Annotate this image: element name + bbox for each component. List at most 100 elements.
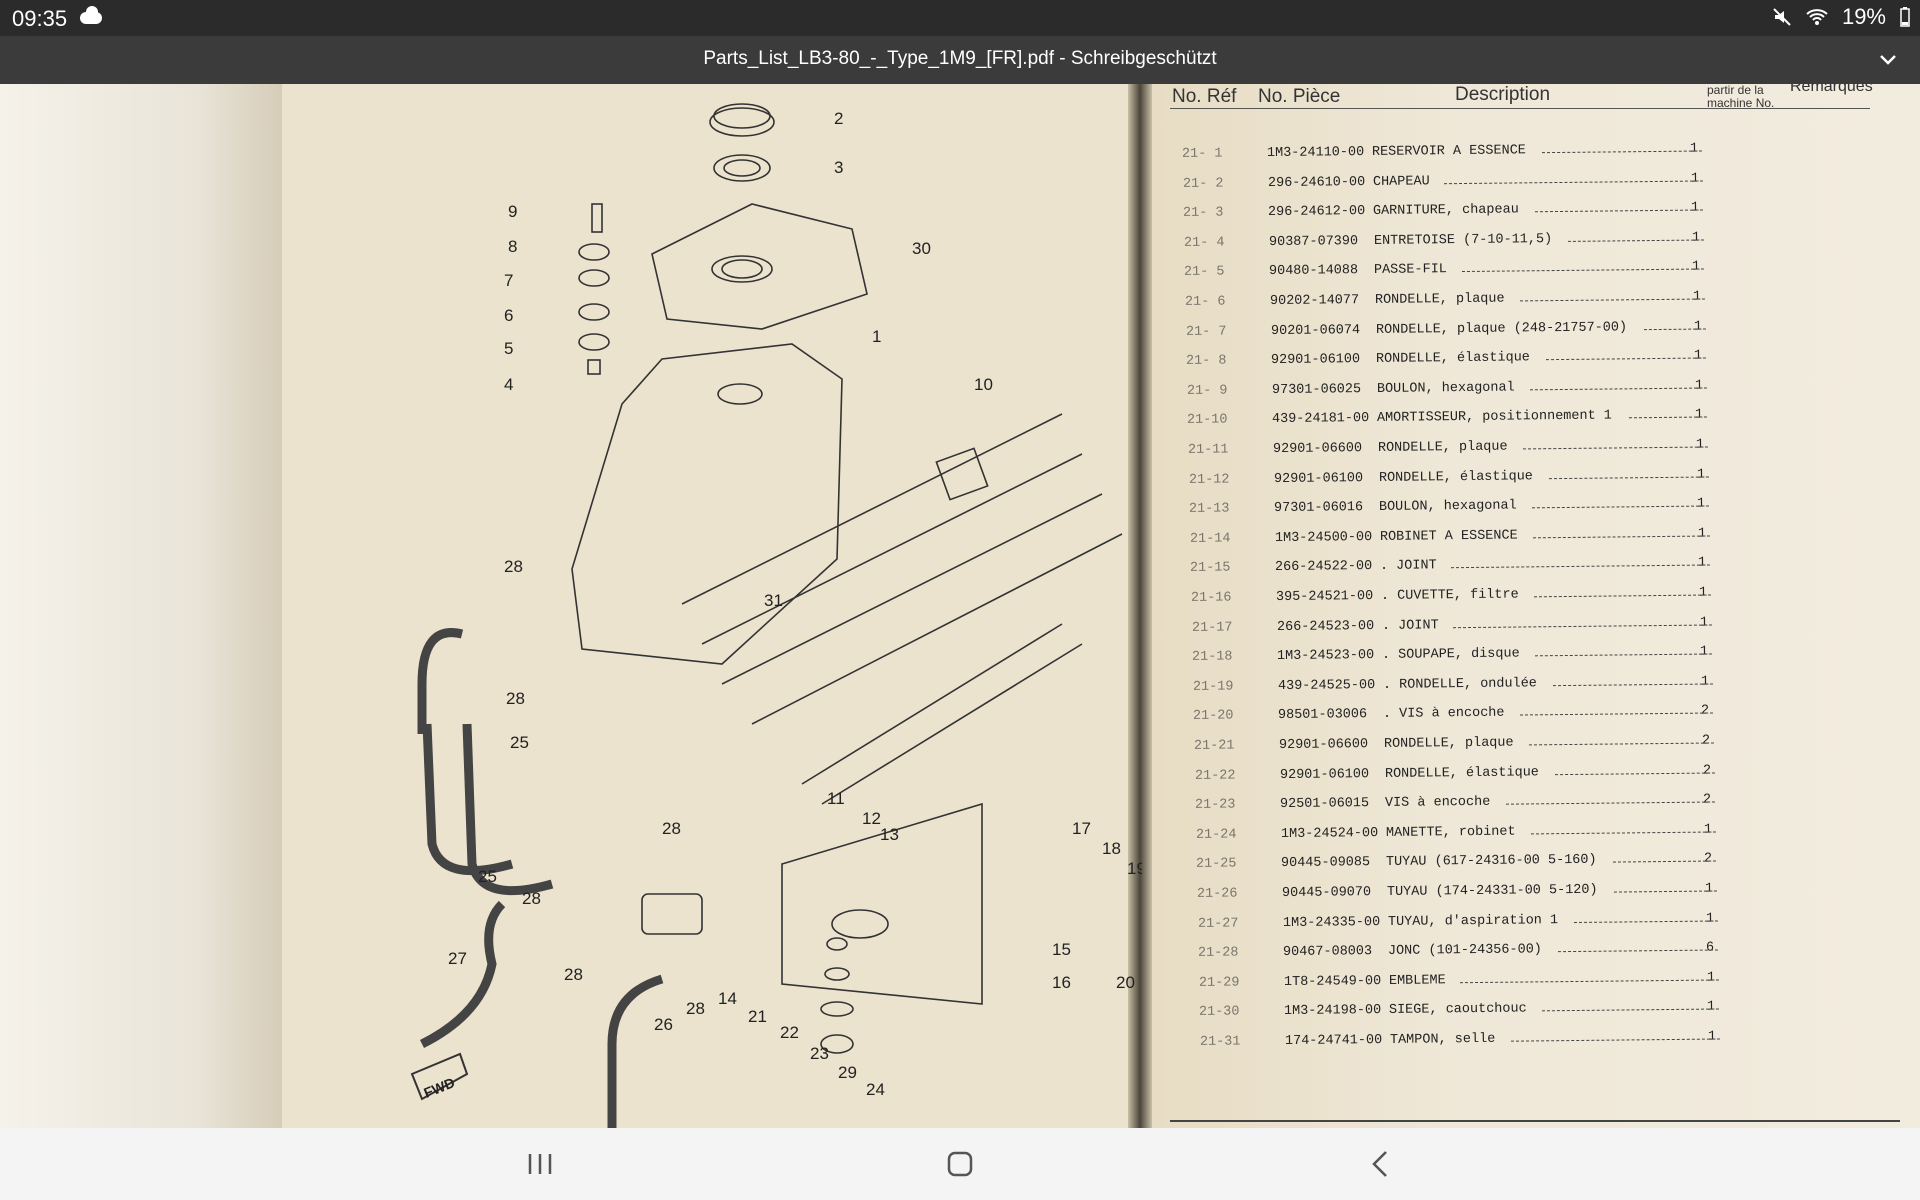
cell-part: 90445-09085 — [1281, 855, 1371, 872]
diagram-label: 20 — [1116, 973, 1135, 992]
cell-qty: 2 — [1704, 851, 1713, 868]
cell-part: 92501-06015 — [1280, 796, 1370, 813]
pdf-viewer[interactable]: 2 3 30 9 8 7 6 5 4 1 10 28 31 28 25 25 2… — [0, 84, 1920, 1128]
document-title: Parts_List_LB3-80_-_Type_1M9_[FR].pdf - … — [703, 48, 1217, 69]
cell-part: 90467-08003 — [1283, 944, 1373, 961]
recents-icon[interactable] — [520, 1146, 560, 1182]
cell-ref: 21-22 — [1194, 768, 1236, 784]
cell-ref: 21- 4 — [1183, 235, 1225, 251]
header-rule — [1170, 108, 1870, 109]
diagram-label: 26 — [654, 1015, 673, 1034]
cell-qty: 1 — [1707, 1029, 1717, 1045]
cell-qty: 6 — [1706, 940, 1715, 956]
cell-part: 1M3-24335-00 — [1282, 914, 1380, 931]
diagram-label: 8 — [508, 237, 517, 256]
diagram-label: 29 — [838, 1063, 857, 1082]
cell-qty: 1 — [1689, 141, 1699, 157]
diagram-label: 13 — [880, 825, 899, 844]
cell-ref: 21- 9 — [1186, 383, 1228, 399]
cell-part: 439-24181-00 — [1272, 411, 1370, 428]
col-header-remarks: Remarques — [1790, 84, 1873, 95]
col-header-ref: No. Réf — [1172, 86, 1237, 107]
cell-ref: 21-16 — [1190, 590, 1232, 606]
cell-qty: 1 — [1690, 171, 1699, 187]
cell-qty: 1 — [1695, 437, 1705, 453]
cell-qty: 1 — [1700, 674, 1709, 690]
cell-part: 92901-06100 — [1279, 766, 1369, 783]
cell-qty: 1 — [1692, 289, 1702, 305]
cell-part: 1M3-24500-00 — [1274, 529, 1373, 546]
diagram-label: 28 — [564, 965, 583, 984]
bottom-rule — [1170, 1120, 1900, 1122]
exploded-parts-diagram: 2 3 30 9 8 7 6 5 4 1 10 28 31 28 25 25 2… — [410, 103, 1142, 1128]
cell-qty: 1 — [1706, 970, 1715, 986]
cell-qty: 1 — [1691, 230, 1700, 246]
diagram-label: 24 — [866, 1080, 885, 1099]
diagram-label: 12 — [862, 809, 881, 828]
diagram-label: 9 — [508, 202, 517, 221]
cell-qty: 1 — [1694, 378, 1703, 394]
cell-qty: 1 — [1697, 496, 1706, 512]
cell-qty: 1 — [1703, 822, 1712, 838]
cell-ref: 21-13 — [1189, 501, 1230, 518]
cell-part: 1M3-24524-00 — [1280, 825, 1379, 842]
cell-ref: 21-20 — [1193, 708, 1234, 725]
cell-ref: 21-25 — [1196, 856, 1237, 873]
cell-qty: 1 — [1707, 999, 1716, 1016]
cell-part: 90202-14077 — [1269, 293, 1360, 310]
cell-part: 97301-06016 — [1274, 500, 1364, 517]
diagram-label: 30 — [912, 239, 931, 258]
cell-qty: 1 — [1696, 467, 1705, 483]
cell-ref: 21-28 — [1198, 945, 1239, 962]
cell-qty: 1 — [1693, 319, 1702, 335]
diagram-label: 28 — [504, 557, 523, 576]
col-header-applicable: partir de la machine No. — [1707, 84, 1775, 110]
cell-ref: 21-24 — [1195, 827, 1237, 843]
cell-ref: 21-21 — [1193, 738, 1235, 754]
page-edge-left — [0, 84, 282, 1128]
cell-qty: 1 — [1695, 407, 1704, 424]
diagram-label: 18 — [1102, 839, 1121, 858]
cell-part: 90480-14088 — [1269, 263, 1359, 280]
status-bar: 09:35 19% — [0, 0, 1920, 36]
cell-ref: 21- 7 — [1185, 324, 1227, 340]
cell-qty: 1 — [1704, 881, 1714, 897]
cell-qty: 1 — [1698, 585, 1708, 601]
chevron-down-icon[interactable] — [1874, 46, 1902, 74]
document-title-bar: Parts_List_LB3-80_-_Type_1M9_[FR].pdf - … — [0, 36, 1920, 84]
back-icon[interactable] — [1362, 1146, 1402, 1182]
cell-ref: 21-27 — [1197, 916, 1239, 932]
cell-qty: 2 — [1703, 792, 1712, 808]
cell-ref: 21-12 — [1188, 472, 1230, 488]
diagram-label: 7 — [504, 271, 513, 290]
home-icon[interactable] — [940, 1146, 980, 1182]
cell-qty: 1 — [1697, 526, 1706, 542]
cell-ref: 21-18 — [1192, 649, 1233, 666]
cell-ref: 21- 8 — [1186, 353, 1227, 370]
cell-part: 296-24610-00 — [1267, 174, 1365, 191]
diagram-label: 28 — [686, 999, 705, 1018]
cell-qty: 1 — [1700, 644, 1709, 660]
diagram-label: 10 — [974, 375, 993, 394]
diagram-label: 2 — [834, 109, 843, 128]
diagram-label: 25 — [510, 733, 529, 752]
cell-qty: 1 — [1699, 615, 1708, 631]
cell-ref: 21-19 — [1192, 679, 1234, 695]
col-header-description: Description — [1455, 84, 1551, 105]
cell-qty: 1 — [1691, 200, 1700, 216]
cell-qty: 1 — [1698, 555, 1707, 572]
cell-ref: 21-26 — [1196, 886, 1238, 902]
cell-part: 439-24525-00 — [1277, 677, 1376, 694]
diagram-label: 23 — [810, 1044, 829, 1063]
col-header-part: No. Pièce — [1258, 86, 1341, 107]
diagram-label: 22 — [780, 1023, 799, 1042]
cell-ref: 21-15 — [1190, 560, 1231, 577]
cell-part: 174-24741-00 — [1284, 1033, 1383, 1050]
mute-icon — [1773, 8, 1791, 26]
cell-ref: 21-17 — [1191, 620, 1233, 636]
status-right: 19% — [1772, 4, 1910, 30]
cell-ref: 21-23 — [1195, 797, 1236, 814]
cell-part: 98501-03006 — [1278, 707, 1368, 724]
cell-part: 395-24521-00 — [1275, 589, 1374, 606]
cell-ref: 21-10 — [1187, 412, 1228, 429]
